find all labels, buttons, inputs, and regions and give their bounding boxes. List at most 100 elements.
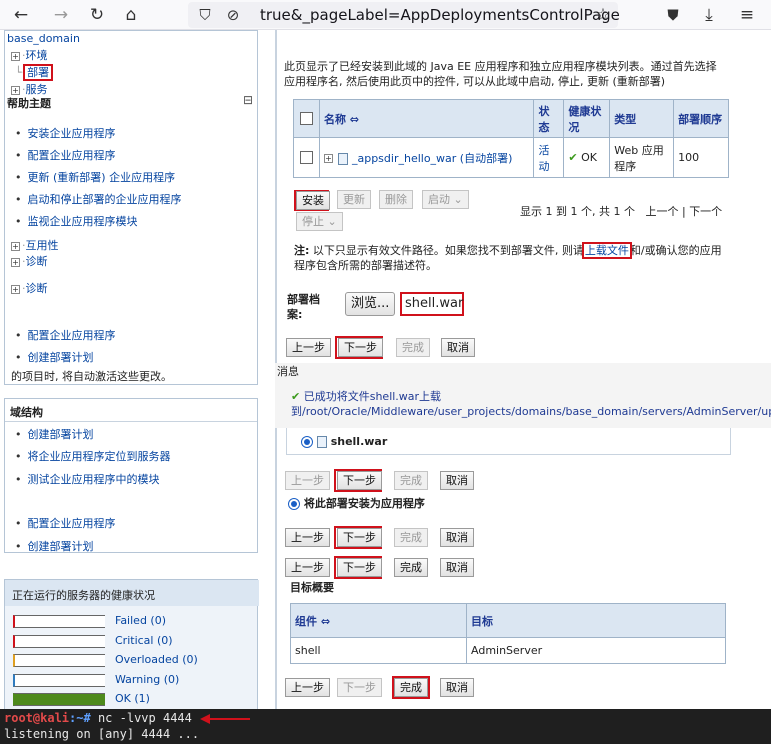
finish-button-5[interactable]: 完成 (394, 678, 428, 697)
back-button-3[interactable]: 上一步 (285, 528, 330, 547)
file-radio[interactable] (301, 436, 313, 448)
finish-button-4[interactable]: 完成 (394, 558, 428, 577)
chevron-down-icon: ⌄ (453, 193, 463, 206)
select-all-cell[interactable] (293, 99, 320, 138)
cancel-button-4[interactable]: 取消 (440, 558, 474, 577)
tree-item-interop[interactable]: + ·互用性 (11, 237, 59, 253)
cancel-button[interactable]: 取消 (441, 338, 475, 357)
domain-link-create-plan-2[interactable]: 创建部署计划 (15, 538, 94, 554)
home-icon[interactable]: ⌂ (120, 4, 142, 26)
tree-item-deployments-label[interactable]: 部署 (23, 64, 54, 81)
delete-button[interactable]: 删除 (379, 190, 413, 209)
tree-item-env[interactable]: + ·环境 (11, 47, 48, 63)
expand-icon[interactable]: + (11, 284, 20, 294)
next-button-3[interactable]: 下一步 (337, 528, 382, 547)
expand-icon[interactable]: + (323, 154, 333, 163)
health-label[interactable]: OK (1) (115, 692, 150, 705)
col-state[interactable]: 状态 (533, 99, 565, 138)
finish-button-2[interactable]: 完成 (394, 471, 428, 490)
help-link-update[interactable]: 更新 (重新部署) 企业应用程序 (15, 169, 176, 185)
expand-icon[interactable]: + (11, 85, 20, 95)
shield-icon[interactable]: ⛉ (194, 4, 216, 26)
install-button[interactable]: 安装 (296, 191, 330, 210)
health-label[interactable]: Overloaded (0) (115, 653, 198, 666)
selected-file-row[interactable]: shell.war (286, 428, 731, 455)
health-label[interactable]: Warning (0) (115, 673, 179, 686)
cancel-button-5[interactable]: 取消 (440, 678, 474, 697)
help-link-create-plan[interactable]: 创建部署计划 (15, 349, 94, 365)
help-link-configure-2[interactable]: 配置企业应用程序 (15, 327, 116, 343)
pager-prev[interactable]: 上一个 (645, 205, 678, 218)
reload-icon[interactable]: ↻ (86, 4, 108, 26)
app-type: Web 应用程序 (609, 137, 675, 178)
finish-button[interactable]: 完成 (396, 338, 430, 357)
app-name-link[interactable]: _appsdir_hello_war (自动部署) (352, 152, 512, 165)
next-button[interactable]: 下一步 (338, 338, 383, 357)
tree-root-link[interactable]: base_domain (7, 32, 80, 45)
col-target[interactable]: 目标 (466, 603, 726, 638)
back-arrow-icon[interactable]: ← (10, 4, 32, 26)
domain-link-configure[interactable]: 配置企业应用程序 (15, 515, 116, 531)
back-button-5[interactable]: 上一步 (285, 678, 330, 697)
tree-root[interactable]: base_domain (7, 32, 80, 45)
collapse-icon[interactable]: ⊟ (243, 93, 253, 107)
domain-link-target-servers[interactable]: 将企业应用程序定位到服务器 (15, 448, 171, 464)
cancel-button-2[interactable]: 取消 (440, 471, 474, 490)
tree-item-diagnostics-2-label[interactable]: 诊断 (26, 282, 48, 295)
health-label[interactable]: Failed (0) (115, 614, 166, 627)
forward-arrow-icon[interactable]: → (50, 4, 72, 26)
help-link-start-stop[interactable]: 启动和停止部署的企业应用程序 (15, 191, 182, 207)
star-icon[interactable]: ☆ (592, 4, 614, 26)
health-label[interactable]: Critical (0) (115, 634, 173, 647)
expand-icon[interactable]: + (11, 241, 20, 251)
install-as-app-radio[interactable] (288, 498, 300, 510)
tree-item-interop-label[interactable]: 互用性 (26, 239, 59, 252)
expand-icon[interactable]: + (11, 257, 20, 267)
tree-item-diagnostics-label[interactable]: 诊断 (26, 255, 48, 268)
start-dropdown[interactable]: 启动 ⌄ (422, 190, 469, 209)
row-select-cell[interactable] (293, 137, 320, 178)
domain-link-test-modules[interactable]: 测试企业应用程序中的模块 (15, 471, 160, 487)
no-tracking-icon[interactable]: ⊘ (222, 4, 244, 26)
file-name-field[interactable]: shell.war (400, 292, 464, 316)
install-as-app-option[interactable]: 将此部署安装为应用程序 (288, 496, 425, 511)
note-text: 注: 以下只显示有效文件路径。如果您找不到部署文件, 则请上载文件和/或确认您的… (294, 242, 724, 273)
domain-link-create-plan[interactable]: 创建部署计划 (15, 426, 94, 442)
pocket-icon[interactable]: ⛊ (662, 4, 684, 26)
next-button-4[interactable]: 下一步 (337, 558, 382, 577)
finish-button-3[interactable]: 完成 (394, 528, 428, 547)
back-button-4[interactable]: 上一步 (285, 558, 330, 577)
col-health[interactable]: 健康状况 (563, 99, 611, 138)
tree-item-diagnostics-2[interactable]: + ·诊断 (11, 280, 48, 296)
cancel-button-3[interactable]: 取消 (440, 528, 474, 547)
menu-icon[interactable]: ≡ (736, 4, 758, 26)
row-checkbox[interactable] (299, 151, 313, 165)
stop-dropdown[interactable]: 停止 ⌄ (296, 212, 343, 231)
upload-file-link[interactable]: 上载文件 (581, 242, 632, 259)
download-icon[interactable]: ⤓ (698, 4, 720, 26)
col-component[interactable]: 组件 ⇔ (290, 603, 467, 638)
col-order[interactable]: 部署顺序 (673, 99, 729, 138)
url-text[interactable]: true&_pageLabel=AppDeploymentsControlPag… (260, 6, 620, 24)
tree-item-env-label[interactable]: 环境 (26, 49, 48, 62)
update-button[interactable]: 更新 (337, 190, 371, 209)
expand-icon[interactable]: + (11, 51, 20, 61)
browse-button[interactable]: 浏览... (345, 292, 396, 316)
terminal[interactable]: root@kali:~# nc -lvvp 4444 listening on … (0, 709, 771, 744)
pager-next[interactable]: 下一个 (689, 205, 722, 218)
help-link-configure[interactable]: 配置企业应用程序 (15, 147, 116, 163)
col-type[interactable]: 类型 (609, 99, 675, 138)
back-button[interactable]: 上一步 (286, 338, 331, 357)
app-name-cell[interactable]: + _appsdir_hello_war (自动部署) (318, 137, 535, 178)
tree-item-diagnostics[interactable]: + ·诊断 (11, 253, 48, 269)
selected-file[interactable]: shell.war (301, 434, 387, 449)
help-link-install[interactable]: 安装企业应用程序 (15, 125, 116, 141)
url-bar[interactable]: ⛉ ⊘ true&_pageLabel=AppDeploymentsContro… (188, 2, 620, 28)
next-button-5[interactable]: 下一步 (337, 678, 382, 697)
help-link-monitor[interactable]: 监视企业应用程序模块 (15, 213, 138, 229)
col-name[interactable]: 名称 ⇔ (318, 99, 535, 138)
next-button-2[interactable]: 下一步 (337, 471, 382, 490)
tree-item-deployments[interactable]: └· 部署 (15, 64, 54, 81)
back-button-2[interactable]: 上一步 (285, 471, 330, 490)
select-all-checkbox[interactable] (299, 112, 313, 126)
